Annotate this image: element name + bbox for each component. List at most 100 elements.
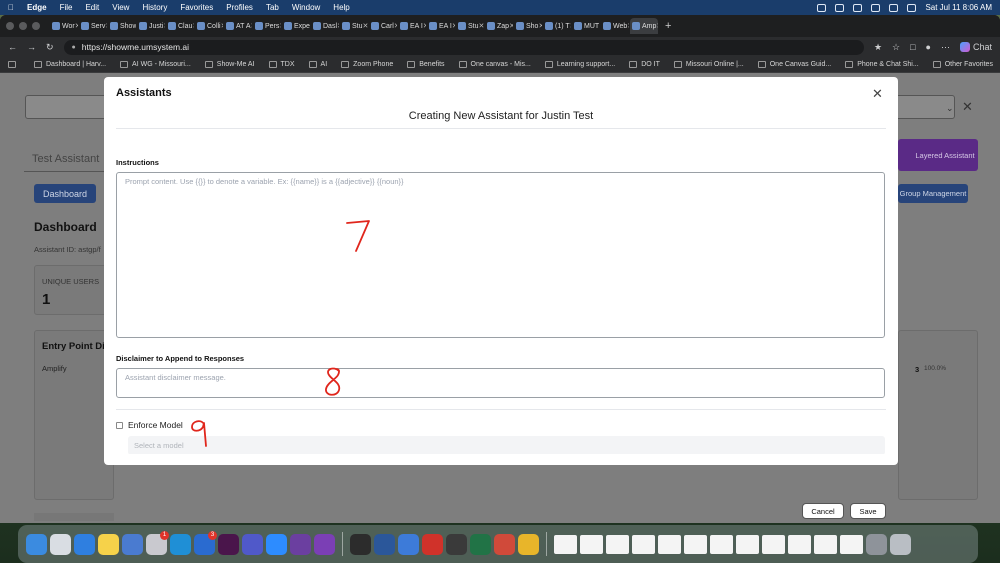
close-tab-icon[interactable]: ✕ — [192, 22, 194, 30]
dock-window-thumbnail[interactable] — [814, 534, 837, 554]
app-icon[interactable] — [350, 533, 371, 555]
menu-help[interactable]: Help — [333, 3, 349, 12]
instructions-textarea[interactable]: Prompt content. Use {{}} to denote a var… — [116, 172, 885, 338]
onenote-icon[interactable] — [314, 533, 335, 555]
bookmarks-sidebar-icon[interactable] — [8, 61, 20, 68]
bookmark-item[interactable]: AI WG - Missouri... — [120, 61, 191, 68]
acrobat-icon[interactable] — [422, 533, 443, 555]
close-tab-icon[interactable]: ✕ — [627, 22, 629, 30]
browser-tab[interactable]: Justi✕ — [137, 18, 165, 34]
close-tab-icon[interactable]: ✕ — [279, 22, 281, 30]
address-bar[interactable]: ● https://showme.umsystem.ai — [63, 39, 864, 55]
bookmark-item[interactable]: One Canvas Guid... — [757, 61, 831, 68]
copilot-button[interactable]: Chat — [959, 42, 992, 52]
browser-tab[interactable]: Stu ✕ — [456, 18, 484, 34]
browser-tab[interactable]: Expe ✕ — [282, 18, 310, 34]
menu-edit[interactable]: Edit — [85, 3, 99, 12]
bookmark-item[interactable]: Learning support... — [544, 61, 615, 68]
close-tab-icon[interactable]: ✕ — [221, 22, 223, 30]
close-tab-icon[interactable]: ✕ — [509, 22, 513, 30]
close-tab-icon[interactable]: ✕ — [656, 22, 658, 30]
close-tab-icon[interactable]: ✕ — [538, 22, 542, 30]
browser-tab[interactable]: Show ✕ — [108, 18, 136, 34]
favorite-star-icon[interactable]: ★ — [874, 42, 882, 53]
group-management-button[interactable]: Group Management — [898, 184, 968, 203]
disclaimer-textarea[interactable]: Assistant disclaimer message. — [116, 368, 885, 398]
browser-tab[interactable]: Colli✕ — [195, 18, 223, 34]
menubar-clock[interactable]: Sat Jul 11 8:06 AM — [925, 3, 992, 12]
close-tab-icon[interactable]: ✕ — [251, 22, 252, 30]
mail-icon[interactable] — [398, 533, 419, 555]
control-center-icon[interactable] — [907, 3, 917, 12]
enforce-model-checkbox-row[interactable]: Enforce Model — [116, 420, 183, 430]
dock-window-thumbnail[interactable] — [632, 534, 655, 554]
menu-favorites[interactable]: Favorites — [180, 3, 213, 12]
chrome-icon[interactable] — [518, 533, 539, 555]
close-tab-icon[interactable]: ✕ — [423, 22, 426, 30]
dock-window-thumbnail[interactable] — [788, 534, 811, 554]
refresh-icon[interactable]: ↻ — [46, 42, 54, 53]
menu-app-name[interactable]: Edge — [27, 3, 47, 12]
browser-tab[interactable]: Zap ✕ — [485, 18, 513, 34]
browser-tab[interactable]: Dasl✕ — [311, 18, 339, 34]
save-button[interactable]: Save — [850, 503, 886, 519]
dock-window-thumbnail[interactable] — [736, 534, 759, 554]
status-icon[interactable] — [835, 3, 845, 12]
close-icon[interactable]: ✕ — [962, 99, 973, 115]
app-icon[interactable] — [494, 533, 515, 555]
close-window-button[interactable] — [6, 22, 14, 30]
dock-window-thumbnail[interactable] — [606, 534, 629, 554]
new-tab-button[interactable]: + — [665, 20, 671, 32]
close-tab-icon[interactable]: ✕ — [105, 22, 107, 30]
notes-icon[interactable] — [98, 533, 119, 555]
dock-window-thumbnail[interactable] — [710, 534, 733, 554]
browser-tab[interactable]: Serv✕ — [79, 18, 107, 34]
menu-window[interactable]: Window — [292, 3, 320, 12]
launchpad-icon[interactable] — [50, 533, 71, 555]
bookmark-item[interactable]: Zoom Phone — [341, 61, 393, 68]
dock-window-thumbnail[interactable] — [684, 534, 707, 554]
menu-file[interactable]: File — [60, 3, 73, 12]
safari-icon[interactable] — [74, 533, 95, 555]
status-icon[interactable] — [817, 3, 827, 12]
dock-window-thumbnail[interactable] — [840, 534, 863, 554]
bookmark-item[interactable]: TDX — [268, 61, 295, 68]
close-tab-icon[interactable]: ✕ — [452, 22, 455, 30]
close-tab-icon[interactable]: ✕ — [394, 22, 397, 30]
close-tab-icon[interactable]: ✕ — [337, 22, 339, 30]
other-favorites[interactable]: Other Favorites — [932, 61, 993, 68]
close-tab-icon[interactable]: ✕ — [479, 22, 484, 30]
more-icon[interactable]: ⋯ — [941, 42, 950, 53]
browser-tab[interactable]: EA I ✕ — [427, 18, 455, 34]
menu-view[interactable]: View — [112, 3, 129, 12]
enforce-model-checkbox[interactable] — [116, 421, 123, 429]
zoom-icon[interactable] — [266, 533, 287, 555]
dock-window-thumbnail[interactable] — [580, 534, 603, 554]
dock-window-thumbnail[interactable] — [658, 534, 681, 554]
browser-tab[interactable]: Pers✕ — [253, 18, 281, 34]
tab-active[interactable]: Amp✕ — [630, 18, 658, 34]
model-select[interactable]: Select a model — [128, 436, 885, 455]
forward-icon[interactable]: → — [27, 42, 36, 52]
close-tab-icon[interactable]: ✕ — [75, 22, 78, 30]
menu-tab[interactable]: Tab — [266, 3, 279, 12]
battery-icon[interactable] — [853, 3, 863, 12]
bookmark-item[interactable]: Show-Me AI — [204, 61, 255, 68]
browser-tab[interactable]: MUT✕ — [572, 18, 600, 34]
app-icon[interactable] — [446, 533, 467, 555]
edge-icon[interactable] — [170, 533, 191, 555]
dashboard-button[interactable]: Dashboard — [34, 184, 96, 203]
bookmark-item[interactable]: Missouri Online |... — [673, 61, 744, 68]
close-tab-icon[interactable]: ✕ — [163, 22, 165, 30]
browser-tab[interactable]: Stu ✕ — [340, 18, 368, 34]
slack-icon[interactable] — [218, 533, 239, 555]
app-icon[interactable] — [290, 533, 311, 555]
preview-icon[interactable] — [122, 533, 143, 555]
layered-assistant-button[interactable]: Layered Assistant — [898, 139, 978, 171]
dock-window-thumbnail[interactable] — [554, 534, 577, 554]
outlook-icon[interactable]: 3 — [194, 530, 217, 555]
menu-profiles[interactable]: Profiles — [226, 3, 253, 12]
collections-icon[interactable]: □ — [910, 42, 915, 52]
close-tab-icon[interactable]: ✕ — [599, 22, 600, 30]
search-icon[interactable] — [889, 3, 899, 12]
